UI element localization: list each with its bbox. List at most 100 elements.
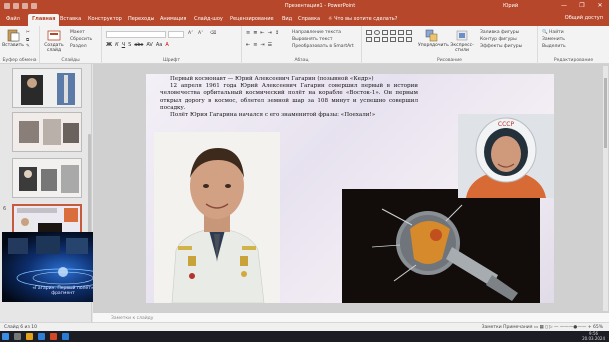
share-button[interactable]: Общий доступ — [565, 15, 603, 21]
align-center-icon[interactable]: ≡ — [253, 42, 257, 48]
powerpoint-icon[interactable] — [50, 333, 57, 340]
minimize-button[interactable]: — — [557, 1, 571, 11]
thumbnail-image — [13, 69, 81, 107]
quick-access-toolbar — [4, 3, 37, 9]
align-left-icon[interactable]: ⇤ — [246, 42, 250, 48]
font-size-box[interactable] — [168, 31, 184, 38]
slide-scrollbar[interactable] — [602, 66, 608, 311]
scrollbar-thumb[interactable] — [604, 78, 607, 148]
gagarin-helmet-photo[interactable]: СССР — [458, 114, 554, 198]
increase-indent-icon[interactable]: ⇥ — [268, 30, 272, 36]
font-name-box[interactable] — [106, 31, 166, 38]
italic-icon[interactable]: К — [115, 42, 119, 48]
find-button[interactable]: 🔍 Найти — [542, 30, 564, 35]
shape-more-icon[interactable] — [406, 30, 412, 35]
replace-button[interactable]: Заменить — [542, 37, 565, 42]
shape-rounded-icon[interactable] — [366, 37, 372, 42]
tab-help[interactable]: Справка — [298, 16, 320, 22]
tab-home[interactable]: Главная — [28, 14, 60, 26]
shape-star-icon[interactable] — [374, 37, 380, 42]
layout-button[interactable]: Макет — [70, 30, 85, 35]
shape-curve-icon[interactable] — [406, 37, 412, 42]
redo-icon[interactable] — [22, 3, 28, 9]
cut-icon[interactable]: ✂ — [26, 30, 30, 35]
shape-rect-icon[interactable] — [366, 30, 372, 35]
select-button[interactable]: Выделить — [542, 44, 566, 49]
section-button[interactable]: Раздел — [70, 44, 87, 49]
numbering-icon[interactable]: ≣ — [253, 30, 257, 36]
tab-file[interactable]: Файл — [6, 16, 20, 22]
font-color-icon[interactable]: A — [165, 42, 168, 48]
smartart-button[interactable]: Преобразовать в SmartArt — [292, 44, 354, 49]
shape-outline-button[interactable]: Контур фигуры — [480, 37, 517, 42]
align-right-icon[interactable]: ⇥ — [260, 42, 264, 48]
slide-canvas[interactable]: Первый космонавт — Юрий Алексеевич Гагар… — [146, 74, 554, 303]
line-spacing-icon[interactable]: ↕ — [275, 30, 279, 36]
shrink-font-icon[interactable]: A˅ — [198, 31, 203, 36]
shape-line-icon[interactable] — [382, 30, 388, 35]
new-slide-button[interactable]: Создать слайд — [43, 29, 65, 53]
start-icon[interactable] — [2, 333, 9, 340]
thumb-number-selected: 6 — [3, 206, 7, 212]
tab-insert[interactable]: Вставка — [60, 16, 81, 22]
copy-icon[interactable]: ⧉ — [26, 37, 29, 43]
shape-brace-icon[interactable] — [382, 37, 388, 42]
spacing-icon[interactable]: AV — [146, 42, 153, 48]
quick-styles-button[interactable]: Экспресс-стили — [448, 29, 476, 53]
clock[interactable]: 9:56 20.03.2024 — [582, 331, 605, 341]
tell-me-search[interactable]: ☼ Что вы хотите сделать? — [328, 16, 397, 22]
shape-arrow-icon[interactable] — [390, 30, 396, 35]
bold-icon[interactable]: Ж — [106, 42, 112, 48]
reset-button[interactable]: Сбросить — [70, 37, 92, 42]
tab-transitions[interactable]: Переходы — [128, 16, 155, 22]
strikethrough-icon[interactable]: abc — [134, 42, 143, 48]
underline-icon[interactable]: Ч — [122, 42, 125, 48]
undo-icon[interactable] — [13, 3, 19, 9]
decrease-indent-icon[interactable]: ⇤ — [260, 30, 264, 36]
close-button[interactable]: ✕ — [593, 1, 607, 11]
shapes-gallery[interactable] — [366, 30, 412, 42]
case-icon[interactable]: Aa — [156, 42, 162, 48]
tab-view[interactable]: Вид — [282, 16, 292, 22]
justify-icon[interactable]: ☰ — [268, 42, 272, 48]
thumbnail-scrollbar[interactable] — [88, 134, 91, 244]
explorer-icon[interactable] — [26, 333, 33, 340]
view-and-zoom-controls[interactable]: Заметки Примечания ▭ ▦ ▯ ▷ — ———●—— + 65… — [482, 325, 603, 330]
arrange-button[interactable]: Упорядочить — [418, 29, 449, 48]
save-icon[interactable] — [4, 3, 10, 9]
format-painter-icon[interactable]: ✎ — [26, 44, 30, 49]
bullets-icon[interactable]: ≡ — [246, 30, 250, 36]
search-icon[interactable] — [14, 333, 21, 340]
thumbnail-image — [13, 113, 81, 151]
shape-effects-button[interactable]: Эффекты фигуры — [480, 44, 522, 49]
slide-thumbnail[interactable] — [12, 158, 82, 198]
gagarin-uniform-photo[interactable] — [154, 132, 280, 303]
clear-format-icon[interactable]: ⌫ — [210, 31, 216, 36]
shape-textbox-icon[interactable] — [398, 37, 404, 42]
vostok-spacecraft-photo[interactable] — [342, 189, 540, 303]
text-direction-button[interactable]: Направление текста — [292, 30, 341, 35]
tab-review[interactable]: Рецензирование — [230, 16, 274, 22]
group-clipboard: Вставить ✂ ⧉ ✎ Буфер обмена — [0, 26, 40, 64]
tab-design[interactable]: Конструктор — [88, 16, 122, 22]
maximize-button[interactable]: ❐ — [575, 1, 589, 11]
word-icon[interactable] — [62, 333, 69, 340]
group-drawing: Упорядочить Экспресс-стили Заливка фигур… — [362, 26, 538, 64]
slide-textbox[interactable]: Первый космонавт — Юрий Алексеевич Гагар… — [160, 76, 418, 119]
slide-thumbnail[interactable] — [12, 112, 82, 152]
account-name[interactable]: Юрий — [503, 3, 533, 9]
browser-icon[interactable] — [38, 333, 45, 340]
tab-animations[interactable]: Анимация — [160, 16, 186, 22]
tab-slideshow[interactable]: Слайд-шоу — [194, 16, 223, 22]
shadow-icon[interactable]: S — [128, 42, 131, 48]
paste-button[interactable]: Вставить — [2, 29, 24, 48]
grow-font-icon[interactable]: A˄ — [188, 31, 193, 36]
shape-callout-icon[interactable] — [390, 37, 396, 42]
shape-fill-button[interactable]: Заливка фигуры — [480, 30, 519, 35]
align-text-button[interactable]: Выровнять текст — [292, 37, 332, 42]
shape-oval-icon[interactable] — [374, 30, 380, 35]
shape-triangle-icon[interactable] — [398, 30, 404, 35]
slide-thumbnail[interactable] — [12, 68, 82, 108]
start-slideshow-icon[interactable] — [31, 3, 37, 9]
font-group-label: Шрифт — [162, 58, 181, 63]
